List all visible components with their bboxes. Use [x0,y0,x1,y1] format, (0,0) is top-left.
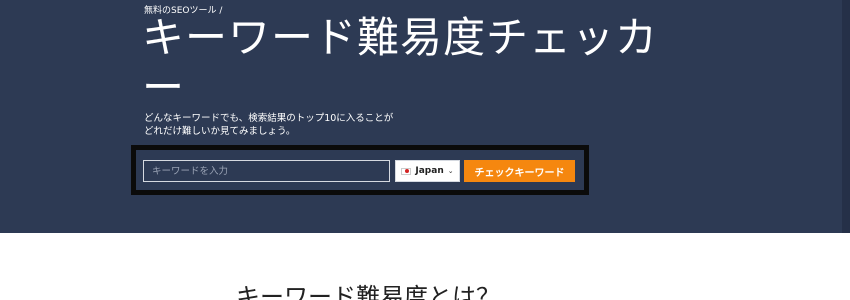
section-heading: キーワード難易度とは？ [236,283,500,300]
chevron-down-icon: ⌄ [447,167,454,175]
country-label: Japan [415,166,444,176]
page-description: どんなキーワードでも、検索結果のトップ10に入ることがどれだけ難しいか見てみまし… [144,113,394,137]
page-scroll-strip [842,0,850,233]
keyword-input[interactable] [143,160,390,182]
page-title: キーワード難易度チェッカー [142,13,659,112]
check-keyword-button[interactable]: チェックキーワード [464,160,575,182]
country-select[interactable]: Japan ⌄ [395,160,460,182]
japan-flag-icon [401,167,412,175]
